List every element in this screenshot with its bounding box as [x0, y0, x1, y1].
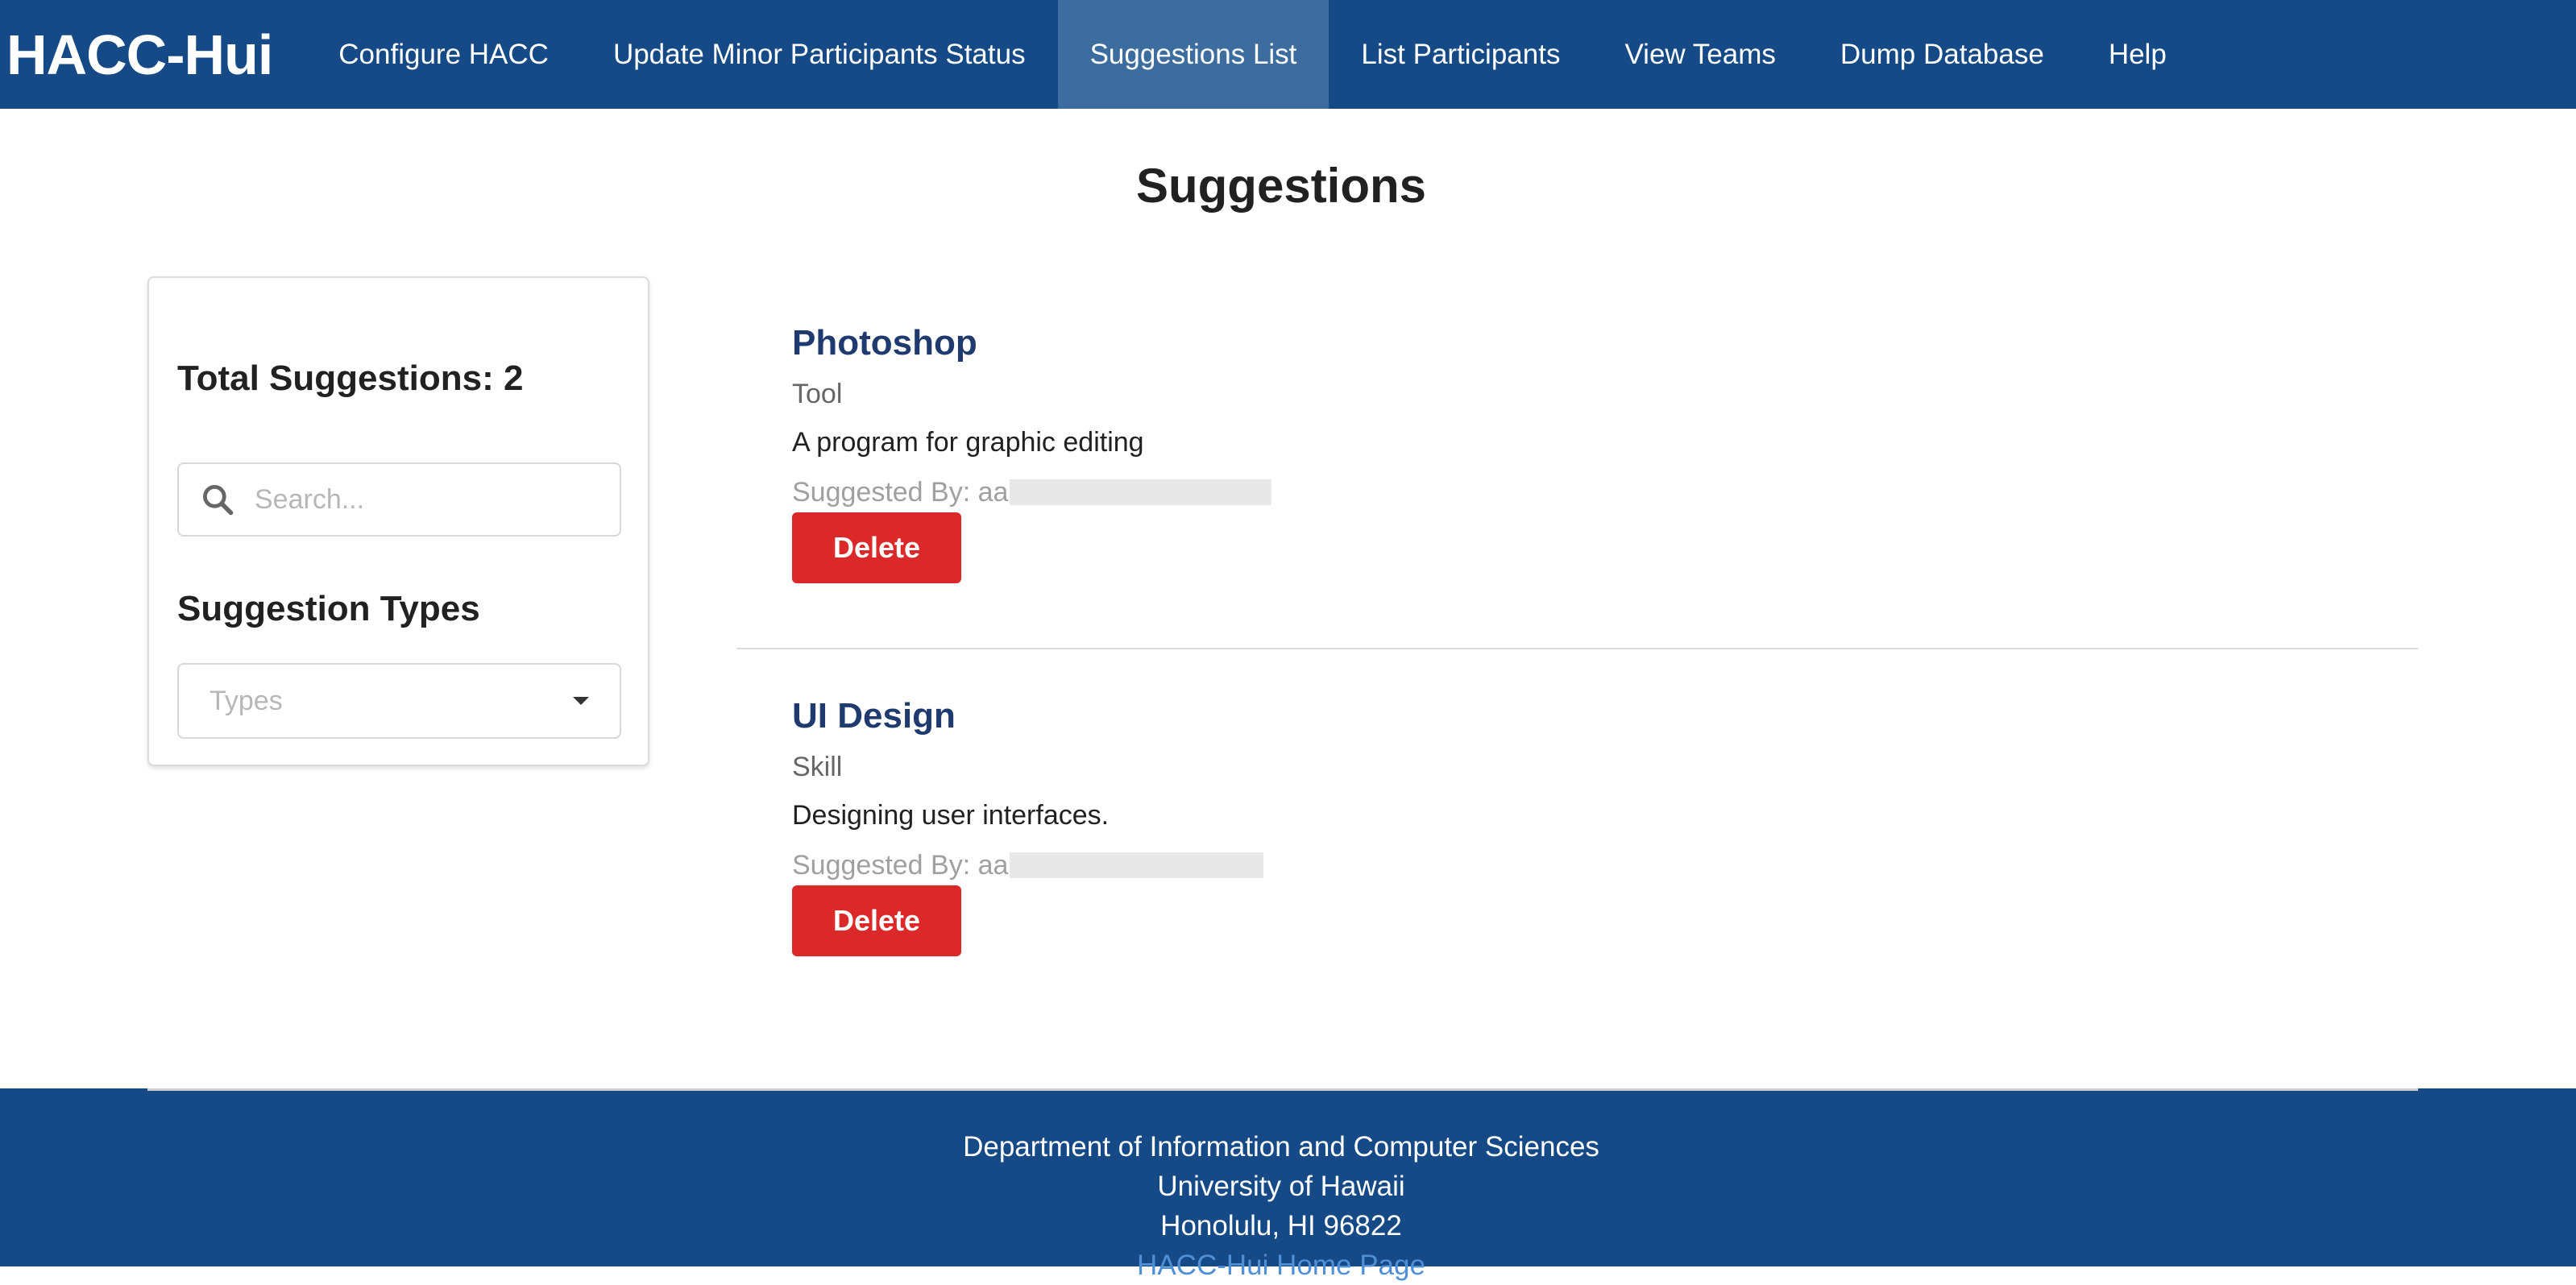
suggestion-title: Photoshop — [792, 323, 977, 363]
footer-city: Honolulu, HI 96822 — [1160, 1210, 1402, 1241]
search-field[interactable] — [177, 462, 621, 537]
nav-suggestions-list[interactable]: Suggestions List — [1057, 0, 1329, 109]
filter-sidebar: Total Suggestions: 2 Suggestion Types Ty… — [147, 276, 649, 766]
nav-configure-hacc[interactable]: Configure HACC — [306, 0, 581, 109]
footer-university: University of Hawaii — [1157, 1171, 1405, 1202]
footer-divider — [147, 1088, 2418, 1091]
suggested-by-text: Suggested By: aa — [792, 477, 1009, 508]
search-input[interactable] — [253, 483, 611, 516]
suggested-by: Suggested By: aa — [792, 479, 2242, 506]
nav-update-minor-participants-status[interactable]: Update Minor Participants Status — [581, 0, 1058, 109]
suggestion-item: Photoshop Tool A program for graphic edi… — [792, 325, 2242, 583]
suggestion-item: UI Design Skill Designing user interface… — [792, 698, 2242, 956]
home-page-link[interactable]: HACC-Hui Home Page — [1137, 1250, 1425, 1281]
nav-list-participants[interactable]: List Participants — [1329, 0, 1592, 109]
suggestion-type: Skill — [792, 752, 843, 782]
top-navbar: HACC-Hui Configure HACC Update Minor Par… — [0, 0, 2576, 109]
suggestion-types-dropdown[interactable]: Types — [177, 663, 621, 739]
suggestion-description: Designing user interfaces. — [792, 800, 1110, 831]
suggested-by-text: Suggested By: aa — [792, 850, 1009, 881]
footer: Department of Information and Computer S… — [0, 1088, 2576, 1281]
footer-address: Department of Information and Computer S… — [0, 1127, 2562, 1285]
redacted-email — [1010, 852, 1264, 878]
page-title: Suggestions — [1135, 159, 1427, 213]
total-suggestions-count: Total Suggestions: 2 — [177, 359, 524, 398]
suggestion-types-heading: Suggestion Types — [177, 589, 480, 628]
nav-dump-database[interactable]: Dump Database — [1808, 0, 2076, 109]
types-dropdown-placeholder: Types — [209, 685, 283, 716]
suggestion-description: A program for graphic editing — [792, 427, 1144, 458]
chevron-down-icon — [573, 697, 589, 705]
item-divider — [736, 648, 2418, 649]
delete-button[interactable]: Delete — [792, 885, 961, 956]
brand-logo[interactable]: HACC-Hui — [0, 0, 306, 109]
suggestion-title: UI Design — [792, 696, 956, 736]
nav-help[interactable]: Help — [2076, 0, 2199, 109]
search-icon — [203, 485, 234, 516]
delete-button[interactable]: Delete — [792, 512, 961, 583]
suggested-by: Suggested By: aa — [792, 852, 2242, 879]
footer-department: Department of Information and Computer S… — [963, 1131, 1599, 1163]
redacted-email — [1010, 479, 1272, 505]
suggestion-type: Tool — [792, 379, 843, 409]
nav-view-teams[interactable]: View Teams — [1592, 0, 1807, 109]
